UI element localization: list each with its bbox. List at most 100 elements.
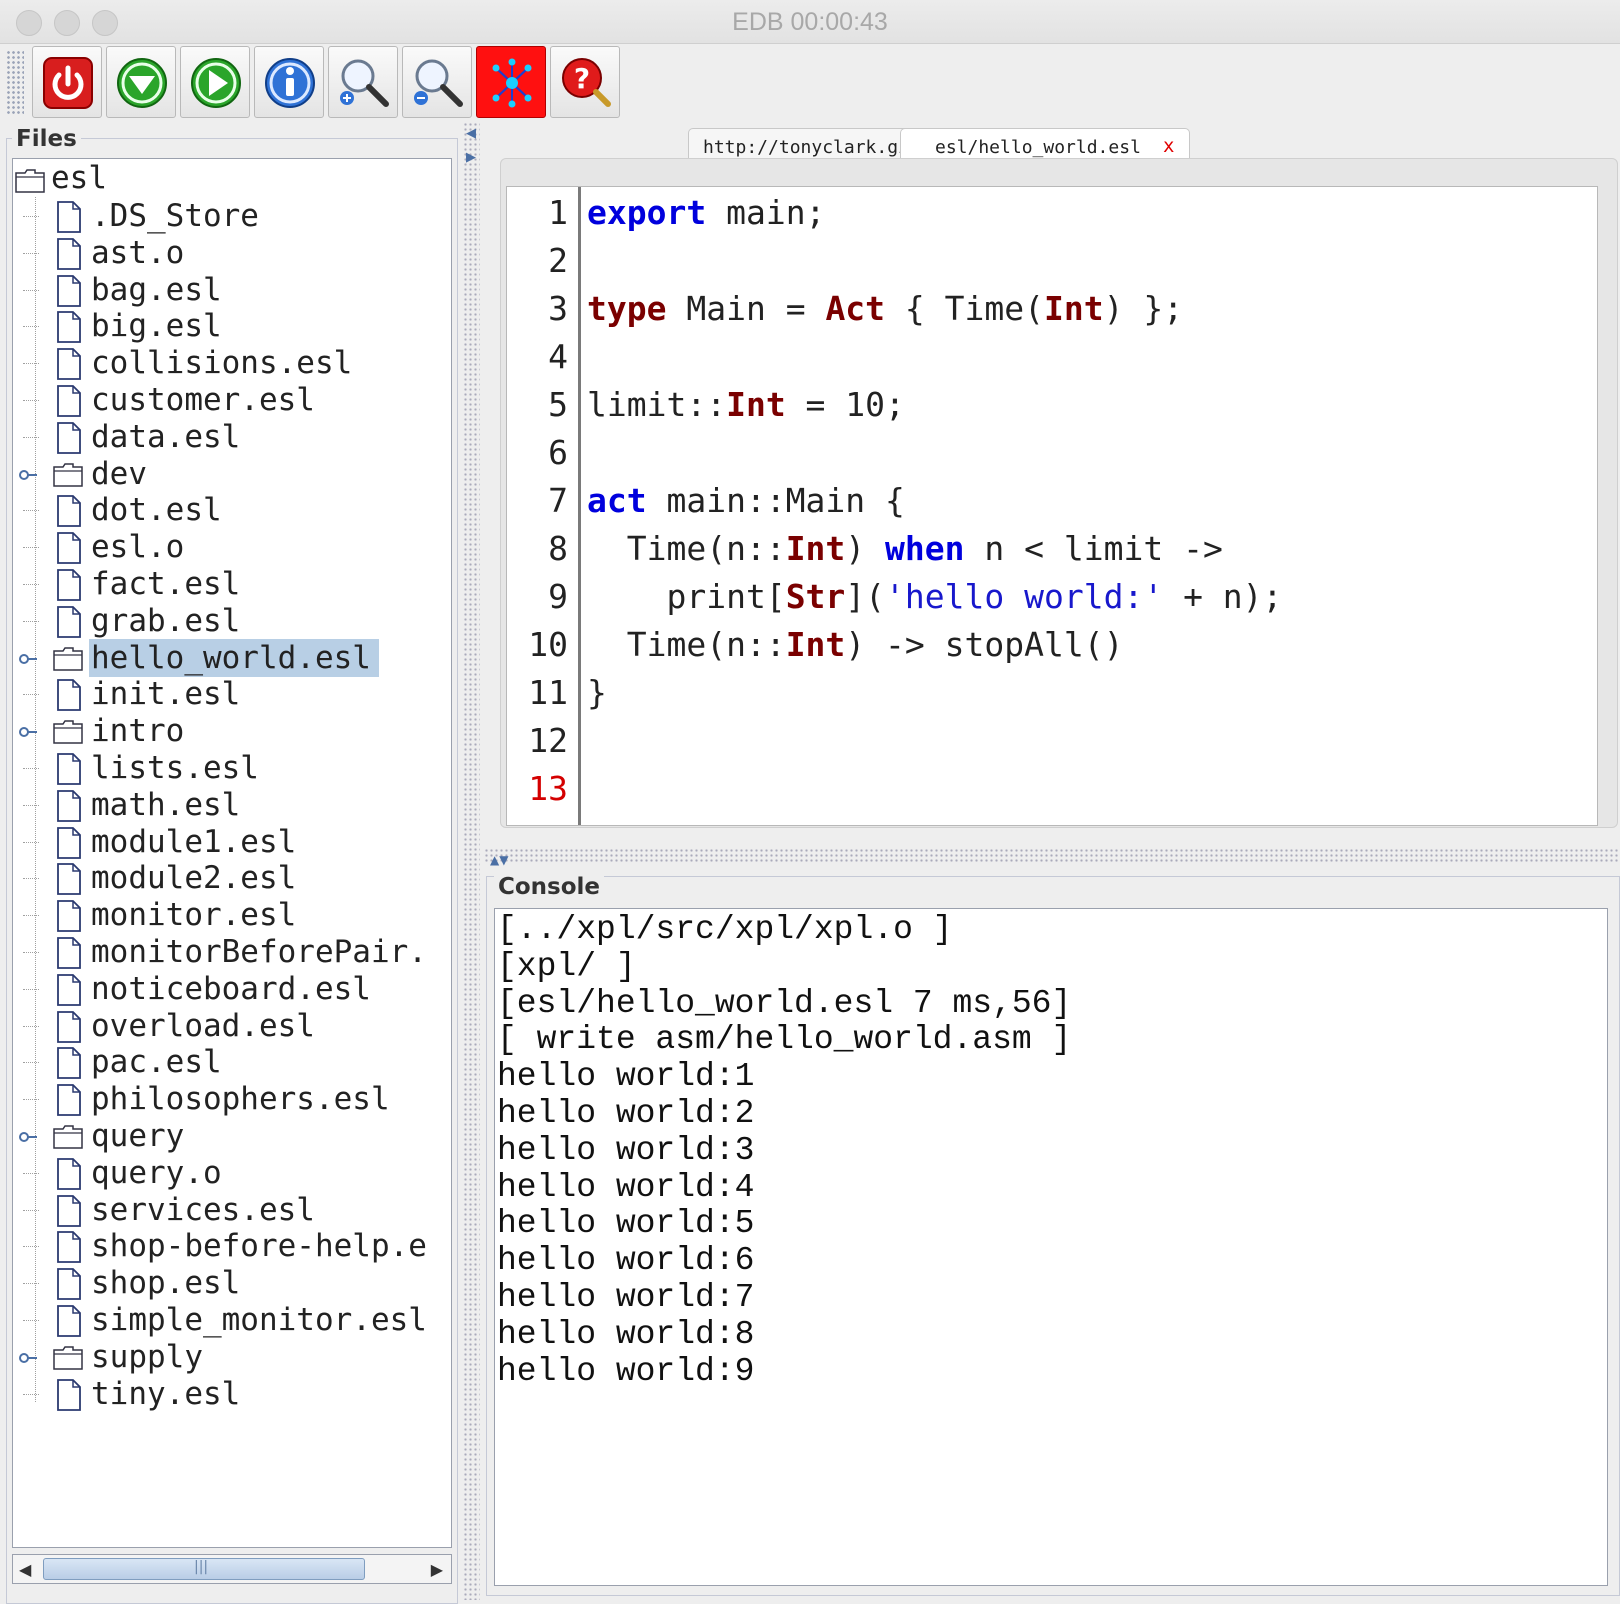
tree-folder-item[interactable]: query bbox=[13, 1117, 451, 1155]
code-line: Time(n::Int) when n < limit -> bbox=[587, 525, 1223, 573]
console-line: hello world:2 bbox=[497, 1095, 755, 1132]
scrollbar-thumb[interactable]: ||| bbox=[43, 1558, 365, 1580]
tree-branch-line bbox=[23, 915, 39, 917]
expand-right-icon[interactable]: ▶ bbox=[466, 150, 476, 165]
console-line: [esl/hello_world.esl 7 ms,56] bbox=[497, 984, 1072, 1022]
tree-file-item[interactable]: noticeboard.esl bbox=[13, 970, 451, 1008]
console-output[interactable]: [../xpl/src/xpl/xpl.o ] [xpl/ ] [esl/hello… bbox=[494, 908, 1608, 1586]
tree-file-item[interactable]: collisions.esl bbox=[13, 344, 451, 382]
file-icon bbox=[57, 1047, 81, 1083]
files-horizontal-scrollbar[interactable]: ◀ ||| ▶ bbox=[12, 1554, 452, 1584]
tree-file-item[interactable]: bag.esl bbox=[13, 271, 451, 309]
tree-file-item[interactable]: pac.esl bbox=[13, 1043, 451, 1081]
tree-file-item[interactable]: query.o bbox=[13, 1154, 451, 1192]
code-line: export main; bbox=[587, 189, 825, 237]
tree-root-esl[interactable]: esl bbox=[13, 159, 451, 197]
tree-file-item[interactable]: init.esl bbox=[13, 675, 451, 713]
power-icon bbox=[43, 57, 93, 109]
scroll-right-icon[interactable]: ▶ bbox=[431, 1560, 443, 1579]
tree-file-item[interactable]: simple_monitor.esl bbox=[13, 1301, 451, 1339]
info-button[interactable] bbox=[254, 46, 324, 118]
line-number: 4 bbox=[548, 337, 568, 376]
code-editor[interactable]: 1 2 3 4 5 6 7 8 9 10 11 12 13 export main; type Main … bbox=[506, 186, 1598, 826]
type-token: Int bbox=[726, 385, 786, 424]
code-token: ) -> stopAll() bbox=[845, 625, 1124, 664]
help-search-icon: ? bbox=[562, 58, 611, 107]
file-icon bbox=[57, 789, 81, 826]
scroll-left-icon[interactable]: ◀ bbox=[19, 1560, 31, 1579]
tree-branch-line bbox=[23, 252, 39, 254]
expand-node-icon[interactable] bbox=[19, 469, 37, 481]
step-down-button[interactable] bbox=[106, 46, 176, 118]
play-button[interactable] bbox=[180, 46, 250, 118]
power-button[interactable] bbox=[32, 46, 102, 118]
tree-file-item[interactable]: tiny.esl bbox=[13, 1375, 451, 1413]
tree-file-item[interactable]: esl.o bbox=[13, 528, 451, 566]
tree-item-label: data.esl bbox=[91, 418, 241, 455]
expand-node-icon[interactable] bbox=[19, 653, 37, 665]
tree-file-item[interactable]: module1.esl bbox=[13, 823, 451, 861]
line-number: 10 bbox=[528, 625, 568, 664]
file-icon bbox=[57, 1157, 81, 1194]
tree-file-item[interactable]: services.esl bbox=[13, 1191, 451, 1229]
file-icon bbox=[57, 826, 81, 863]
tree-branch-line bbox=[23, 768, 39, 769]
tree-file-item[interactable]: ast.o bbox=[13, 234, 451, 272]
tree-file-item[interactable]: shop-before-help.e bbox=[13, 1227, 451, 1265]
tree-file-item[interactable]: .DS_Store bbox=[13, 197, 451, 235]
tree-item-label: ast.o bbox=[91, 234, 185, 271]
tree-file-item[interactable]: data.esl bbox=[13, 418, 451, 456]
line-number: 6 bbox=[548, 433, 568, 472]
tree-item-label: esl.o bbox=[91, 529, 185, 566]
tree-file-item[interactable]: lists.esl bbox=[13, 749, 451, 787]
network-graph-button[interactable] bbox=[476, 46, 546, 118]
file-tree[interactable]: esl .DS_Store ast.o bag.esl big.esl collisio… bbox=[12, 158, 452, 1548]
tree-file-item[interactable]: fact.esl bbox=[13, 565, 451, 603]
tree-file-item[interactable]: module2.esl bbox=[13, 859, 451, 897]
horizontal-splitter[interactable] bbox=[484, 848, 1620, 862]
toolbar-grip[interactable] bbox=[6, 50, 24, 114]
tree-branch-line bbox=[23, 584, 39, 585]
tree-branch-line bbox=[23, 436, 39, 438]
collapse-left-icon[interactable]: ◀ bbox=[466, 126, 476, 141]
folder-icon bbox=[53, 461, 83, 491]
tab-hello-world-close[interactable]: x bbox=[1163, 135, 1174, 157]
tree-branch-line bbox=[23, 363, 39, 365]
zoom-out-icon bbox=[414, 59, 463, 107]
tree-file-item[interactable]: overload.esl bbox=[13, 1007, 451, 1045]
zoom-out-button[interactable] bbox=[402, 46, 472, 118]
expand-node-icon[interactable] bbox=[19, 1352, 37, 1364]
tree-folder-item[interactable]: dev bbox=[13, 455, 451, 493]
tree-folder-item[interactable]: hello_world.esl bbox=[13, 638, 451, 677]
expand-node-icon[interactable] bbox=[19, 1131, 37, 1143]
tree-file-item[interactable]: dot.esl bbox=[13, 491, 451, 529]
console-line: hello world:5 bbox=[497, 1205, 755, 1243]
tree-item-label: fact.esl bbox=[91, 566, 241, 602]
tree-branch-line bbox=[23, 1062, 39, 1064]
tree-file-item[interactable]: big.esl bbox=[13, 307, 451, 345]
line-number-gutter: 1 2 3 4 5 6 7 8 9 10 11 12 13 bbox=[507, 187, 581, 825]
code-token: Time(n:: bbox=[587, 529, 786, 568]
line-number: 9 bbox=[548, 577, 568, 616]
expand-node-icon[interactable] bbox=[19, 726, 37, 738]
splitter-arrows-icon[interactable]: ▲▼ bbox=[490, 853, 508, 867]
file-icon bbox=[57, 532, 81, 568]
code-token: main; bbox=[706, 193, 826, 232]
tree-file-item[interactable]: grab.esl bbox=[13, 602, 451, 640]
file-icon bbox=[57, 863, 81, 899]
tree-branch-line bbox=[23, 988, 39, 990]
info-icon bbox=[265, 58, 315, 108]
tree-file-item[interactable]: math.esl bbox=[13, 786, 451, 824]
tree-file-item[interactable]: philosophers.esl bbox=[13, 1080, 451, 1118]
tree-folder-item[interactable]: supply bbox=[13, 1338, 451, 1376]
tree-file-item[interactable]: monitorBeforePair. bbox=[13, 933, 451, 971]
folder-icon bbox=[53, 645, 83, 675]
help-search-button[interactable]: ? bbox=[550, 46, 620, 118]
zoom-in-button[interactable] bbox=[328, 46, 398, 118]
vertical-splitter[interactable]: ◀ ▶ bbox=[464, 122, 480, 1600]
tree-file-item[interactable]: shop.esl bbox=[13, 1264, 451, 1302]
tree-file-item[interactable]: monitor.esl bbox=[13, 896, 451, 934]
tree-folder-item[interactable]: intro bbox=[13, 712, 451, 750]
tree-branch-line bbox=[23, 952, 39, 953]
tree-file-item[interactable]: customer.esl bbox=[13, 381, 451, 419]
